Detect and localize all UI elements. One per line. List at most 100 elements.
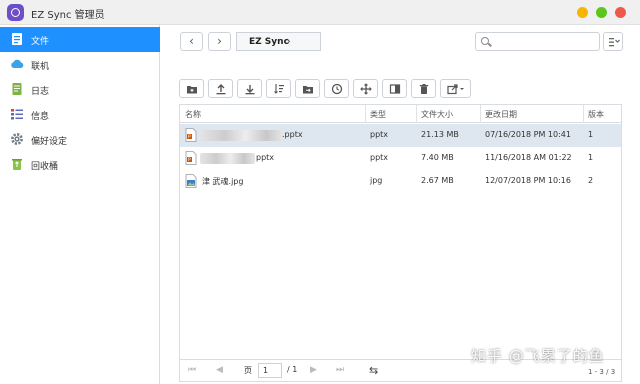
search-icon [481,37,489,45]
history-button[interactable] [324,79,349,98]
share-icon [447,84,464,95]
prev-page-icon[interactable]: ◀ [216,365,223,375]
next-page-icon[interactable]: ▶ [310,365,317,375]
folder-move-icon [303,86,313,94]
table-row[interactable]: 津 武魂.jpg jpg 2.67 MB 12/07/2018 PM 10:16… [180,170,621,193]
window-title: EZ Sync 管理员 [31,10,105,21]
back-button[interactable]: ‹ [180,32,203,51]
recycle-bin-icon [12,159,22,170]
file-size: 21.13 MB [421,130,459,139]
file-date: 07/16/2018 PM 10:41 [485,130,571,139]
svg-text:P: P [188,157,191,163]
sidebar: 文件 联机 日志 信息 偏好设定 回收桶 [0,25,160,384]
main-panel: ‹ › EZ Sync › 名称 类型 文件大小 更改日期 版本 P .pptx… [161,25,640,384]
column-header-version[interactable]: 版本 [588,109,604,120]
new-folder-button[interactable] [179,79,204,98]
file-table: 名称 类型 文件大小 更改日期 版本 P .pptx pptx 21.13 MB… [179,104,622,360]
title-bar: EZ Sync 管理员 [0,0,640,25]
breadcrumb-arrow-icon: › [286,34,291,48]
column-divider[interactable] [365,105,366,123]
file-name: pptx [256,153,275,162]
sidebar-item-preferences[interactable]: 偏好设定 [0,127,160,152]
upload-icon [216,84,226,95]
columns-button[interactable] [382,79,407,98]
sidebar-item-label: 文件 [31,37,50,47]
sidebar-item-label: 偏好设定 [31,137,68,147]
blurred-filename [200,153,255,164]
download-icon [245,85,255,95]
column-divider[interactable] [480,105,481,123]
table-row[interactable]: P .pptx pptx 21.13 MB 07/16/2018 PM 10:4… [180,124,621,147]
download-button[interactable] [237,79,262,98]
breadcrumb-current: EZ Sync [249,37,289,47]
svg-text:P: P [188,134,191,140]
history-icon [331,83,343,95]
file-size: 2.67 MB [421,176,454,185]
sidebar-item-files[interactable]: 文件 [0,27,160,52]
info-icon [11,109,23,120]
page-label: 页 [244,366,252,375]
file-date: 11/16/2018 AM 01:22 [485,153,572,162]
ez-sync-app-icon [7,4,24,21]
sidebar-item-connection[interactable]: 联机 [0,52,160,77]
sidebar-item-label: 回收桶 [31,162,59,172]
last-page-icon[interactable]: ⏭ [336,365,344,375]
item-count: 1 - 3 / 3 [588,368,616,376]
breadcrumb[interactable]: EZ Sync › [236,32,321,51]
filter-button[interactable] [603,32,623,51]
file-size: 7.40 MB [421,153,454,162]
file-type: pptx [370,153,389,162]
column-header-size[interactable]: 文件大小 [421,109,453,120]
file-version: 2 [588,176,594,185]
sidebar-item-label: 信息 [31,112,50,122]
column-header-date[interactable]: 更改日期 [485,109,517,120]
first-page-icon[interactable]: ⏮ [188,365,196,375]
table-row[interactable]: P pptx pptx 7.40 MB 11/16/2018 AM 01:22 … [180,147,621,170]
jpg-icon [185,174,197,188]
pptx-icon: P [185,151,197,165]
sidebar-item-log[interactable]: 日志 [0,77,160,102]
move-icon [360,83,372,95]
total-pages: / 1 [287,365,298,374]
cloud-icon [11,59,24,68]
move-button[interactable] [353,79,378,98]
column-divider[interactable] [583,105,584,123]
maximize-button[interactable] [596,7,607,18]
file-date: 12/07/2018 PM 10:16 [485,176,571,185]
refresh-icon[interactable]: ⇆ [369,364,378,377]
file-version: 1 [588,130,594,139]
file-name: 津 武魂.jpg [202,177,244,186]
sort-button[interactable] [266,79,291,98]
share-button[interactable] [440,79,471,98]
close-button[interactable] [615,7,626,18]
column-divider[interactable] [416,105,417,123]
blurred-filename [200,130,283,141]
delete-button[interactable] [411,79,436,98]
watermark: 知乎 @飞累了的鱼 [471,347,605,365]
gear-icon [11,133,23,145]
sidebar-item-recycle-bin[interactable]: 回收桶 [0,152,160,177]
file-icon [12,33,22,45]
columns-icon [389,84,401,94]
file-type: jpg [370,176,383,185]
sort-az-icon [274,84,284,94]
sidebar-item-label: 联机 [31,62,50,72]
column-header-name[interactable]: 名称 [185,109,201,120]
sidebar-item-label: 日志 [31,87,50,97]
file-name: .pptx [282,130,303,139]
upload-button[interactable] [208,79,233,98]
file-version: 1 [588,153,594,162]
minimize-button[interactable] [577,7,588,18]
new-folder-icon [187,86,197,94]
column-header-type[interactable]: 类型 [370,109,386,120]
page-input[interactable]: 1 [258,363,282,378]
delete-icon [419,84,429,94]
file-type: pptx [370,130,389,139]
search-input[interactable] [475,32,600,51]
log-icon [12,83,22,95]
pptx-icon: P [185,128,197,142]
sidebar-item-info[interactable]: 信息 [0,102,160,127]
move-to-folder-button[interactable] [295,79,320,98]
filter-list-icon [609,38,620,47]
forward-button[interactable]: › [208,32,231,51]
